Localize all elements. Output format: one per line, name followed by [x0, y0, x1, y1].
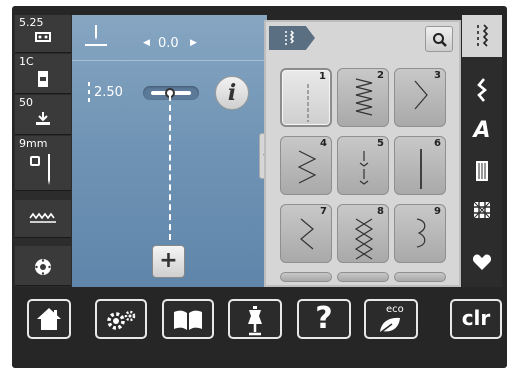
stitch-pattern-icon	[355, 78, 373, 116]
stitch-tile-8[interactable]: 8	[337, 204, 389, 263]
sewing-consultant-button[interactable]	[228, 299, 282, 339]
add-label: +	[159, 248, 178, 273]
stitch-tile-9[interactable]: 9	[394, 204, 446, 263]
leaf-icon	[379, 317, 400, 334]
feed-dog-button[interactable]	[15, 200, 71, 238]
needle-position-left-arrow[interactable]: ◀	[143, 38, 150, 48]
stitch-pattern-icon	[297, 150, 317, 184]
stitch-preview-line	[169, 95, 171, 240]
quilting-icon	[473, 201, 491, 219]
dress-form-icon	[248, 306, 262, 336]
stitch-tile-7[interactable]: 7	[280, 204, 332, 263]
needle-icon	[15, 152, 71, 190]
presser-foot-button[interactable]: 1C	[15, 54, 71, 94]
stitch-tile-5[interactable]: 5	[337, 136, 389, 195]
stitch-tile-3[interactable]: 3	[394, 68, 446, 127]
utility-category-icon	[285, 30, 295, 45]
needle-position-slider[interactable]	[143, 86, 199, 100]
book-icon	[174, 310, 202, 330]
needle-button[interactable]: 9mm	[15, 136, 71, 191]
home-icon	[37, 308, 61, 330]
stitch-tile-partial[interactable]	[337, 272, 389, 282]
presser-foot-value: 1C	[19, 55, 34, 68]
stitch-selection-panel: 123 456 789	[264, 20, 461, 287]
stitch-pattern-icon	[300, 218, 314, 250]
needle-plate-value: 5.25	[19, 16, 44, 29]
category-tag[interactable]	[269, 26, 315, 50]
add-stitch-button[interactable]: +	[152, 245, 185, 278]
stitch-tile-4[interactable]: 4	[280, 136, 332, 195]
needle-position-icon	[84, 23, 108, 53]
eco-label: eco	[386, 304, 404, 315]
needle-value: 9mm	[19, 137, 48, 150]
stitch-tile-2[interactable]: 2	[337, 68, 389, 127]
needle-position-right-arrow[interactable]: ▶	[190, 38, 197, 48]
clear-label: clr	[461, 306, 491, 330]
presser-foot-icon	[15, 69, 71, 93]
stitch-length-value: 2.50	[94, 85, 123, 100]
needle-plate-button[interactable]: 5.25	[15, 15, 71, 53]
home-button[interactable]	[27, 299, 71, 339]
quilting-tab[interactable]	[462, 190, 502, 230]
stitch-pattern-icon	[420, 149, 422, 189]
buttonhole-tab[interactable]	[462, 151, 502, 191]
needle-position-value: 0.0	[158, 36, 179, 51]
alphabet-icon: A	[473, 118, 491, 143]
stitch-pattern-icon	[414, 80, 428, 110]
stitch-tile-1[interactable]: 1	[280, 68, 332, 127]
foot-pressure-value: 50	[19, 96, 33, 109]
help-button[interactable]: ?	[297, 299, 351, 339]
stitch-settings-area: ◀ 0.0 ▶ 2.50 i +	[72, 15, 267, 287]
foot-pressure-button[interactable]: 50	[15, 95, 71, 135]
bobbin-button[interactable]	[15, 246, 71, 286]
utility-stitches-icon	[477, 24, 489, 47]
stitch-pattern-icon	[354, 218, 374, 260]
info-label: i	[227, 80, 237, 106]
buttonhole-icon	[476, 161, 488, 181]
settings-icon	[107, 310, 136, 330]
main-divider	[72, 60, 267, 61]
settings-button[interactable]	[95, 299, 147, 339]
needle-plate-icon	[15, 29, 71, 49]
stitch-tile-6[interactable]: 6	[394, 136, 446, 195]
help-icon: ?	[315, 301, 333, 336]
eco-button[interactable]: eco	[364, 299, 418, 339]
left-sidebar: 5.25 1C 50 9mm	[14, 15, 72, 287]
clear-button[interactable]: clr	[450, 299, 502, 339]
stitch-tile-partial[interactable]	[394, 272, 446, 282]
decorative-stitches-tab[interactable]	[462, 70, 502, 110]
utility-stitches-tab[interactable]	[462, 15, 502, 57]
search-button[interactable]	[425, 26, 453, 52]
stitch-tile-partial[interactable]	[280, 272, 332, 282]
favorites-tab[interactable]	[462, 243, 502, 283]
right-sidebar: A	[462, 15, 502, 287]
decorative-stitches-icon	[477, 78, 488, 102]
favorites-icon	[472, 254, 492, 270]
search-icon	[433, 33, 447, 47]
stitch-pattern-icon	[416, 218, 426, 248]
tutorial-button[interactable]	[162, 299, 214, 339]
info-button[interactable]: i	[215, 76, 249, 110]
alphabet-tab[interactable]: A	[462, 111, 502, 151]
stitch-pattern-icon	[307, 84, 309, 122]
stitch-length-icon	[86, 81, 92, 109]
wave-feed-icon	[15, 210, 71, 230]
foot-pressure-icon	[15, 111, 71, 131]
stitch-pattern-icon	[359, 151, 369, 185]
bobbin-icon	[15, 257, 71, 281]
